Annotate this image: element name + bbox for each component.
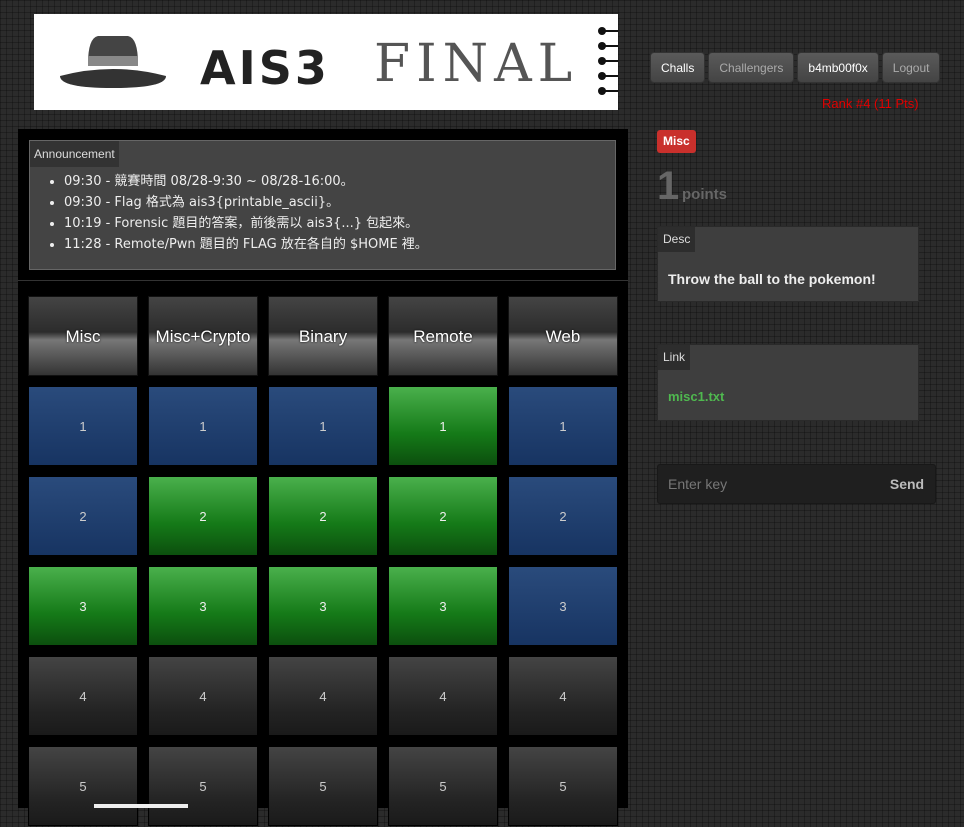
points-value: 1	[657, 164, 680, 208]
link-title: Link	[658, 345, 691, 370]
brand-text: AIS3	[200, 41, 330, 95]
challenge-tile[interactable]: 2	[268, 476, 378, 556]
challenge-tile[interactable]: 2	[28, 476, 138, 556]
announcement-item: 09:30 - Flag 格式為 ais3{printable_ascii}。	[64, 192, 428, 213]
challenge-tile[interactable]: 4	[508, 656, 618, 736]
nav-logout-button[interactable]: Logout	[881, 52, 941, 83]
challenge-tile[interactable]: 3	[388, 566, 498, 646]
challenge-tile[interactable]: 1	[268, 386, 378, 466]
challenge-tile[interactable]: 5	[28, 746, 138, 826]
challenge-tile[interactable]: 4	[28, 656, 138, 736]
top-nav: Challs Challengers b4mb00f0x Logout	[650, 52, 943, 83]
hat-logo-icon	[60, 36, 166, 88]
challenge-tile[interactable]: 1	[508, 386, 618, 466]
attachment-link[interactable]: misc1.txt	[668, 389, 724, 404]
category-header-web: Web	[508, 296, 618, 376]
bottom-tab-indicator	[94, 804, 188, 808]
announcement-list: 09:30 - 競賽時間 08/28-9:30 ~ 08/28-16:00。 0…	[44, 171, 428, 255]
challenge-tile[interactable]: 3	[28, 566, 138, 646]
challenge-tile[interactable]: 2	[508, 476, 618, 556]
challenge-tile[interactable]: 2	[388, 476, 498, 556]
desc-panel: Desc Throw the ball to the pokemon!	[657, 226, 919, 302]
category-header-misc-crypto: Misc+Crypto	[148, 296, 258, 376]
challenge-tile[interactable]: 4	[388, 656, 498, 736]
send-button[interactable]: Send	[879, 465, 935, 503]
category-header-remote: Remote	[388, 296, 498, 376]
rank-text: Rank #4 (11 Pts)	[822, 96, 919, 111]
announcement-item: 11:28 - Remote/Pwn 題目的 FLAG 放在各自的 $HOME …	[64, 234, 428, 255]
final-text: FINAL	[374, 34, 579, 94]
category-header-misc: Misc	[28, 296, 138, 376]
board-divider	[18, 280, 628, 281]
challenge-tile[interactable]: 4	[148, 656, 258, 736]
challenge-tile[interactable]: 5	[268, 746, 378, 826]
challenge-tile[interactable]: 3	[268, 566, 378, 646]
desc-text: Throw the ball to the pokemon!	[668, 271, 876, 287]
challenge-tile[interactable]: 1	[28, 386, 138, 466]
challenge-tile[interactable]: 4	[268, 656, 378, 736]
challenge-tile[interactable]: 2	[148, 476, 258, 556]
category-header-binary: Binary	[268, 296, 378, 376]
challenge-tile[interactable]: 3	[508, 566, 618, 646]
key-form: Send	[657, 464, 936, 504]
announcement-item: 10:19 - Forensic 題目的答案，前後需以 ais3{...} 包起…	[64, 213, 428, 234]
nav-user-button[interactable]: b4mb00f0x	[797, 52, 879, 83]
challenge-tile[interactable]: 5	[148, 746, 258, 826]
nav-challengers-button[interactable]: Challengers	[708, 52, 795, 83]
nav-challs-button[interactable]: Challs	[650, 52, 706, 83]
key-input[interactable]	[658, 465, 878, 503]
banner: AIS3 FINAL	[34, 14, 618, 110]
challenge-tile[interactable]: 5	[388, 746, 498, 826]
binder-rings	[598, 27, 620, 100]
announcement-box: Announcement 09:30 - 競賽時間 08/28-9:30 ~ 0…	[29, 140, 616, 270]
challenge-tile[interactable]: 3	[148, 566, 258, 646]
link-panel: Link misc1.txt	[657, 344, 919, 421]
desc-title: Desc	[658, 227, 696, 252]
announcement-item: 09:30 - 競賽時間 08/28-9:30 ~ 08/28-16:00。	[64, 171, 428, 192]
category-badge: Misc	[657, 130, 696, 153]
challenge-board: Announcement 09:30 - 競賽時間 08/28-9:30 ~ 0…	[18, 129, 628, 826]
challenge-tile[interactable]: 1	[148, 386, 258, 466]
challenge-tile[interactable]: 5	[508, 746, 618, 826]
points-label: points	[682, 186, 727, 203]
announcement-title: Announcement	[30, 141, 119, 167]
challenge-tile[interactable]: 1	[388, 386, 498, 466]
